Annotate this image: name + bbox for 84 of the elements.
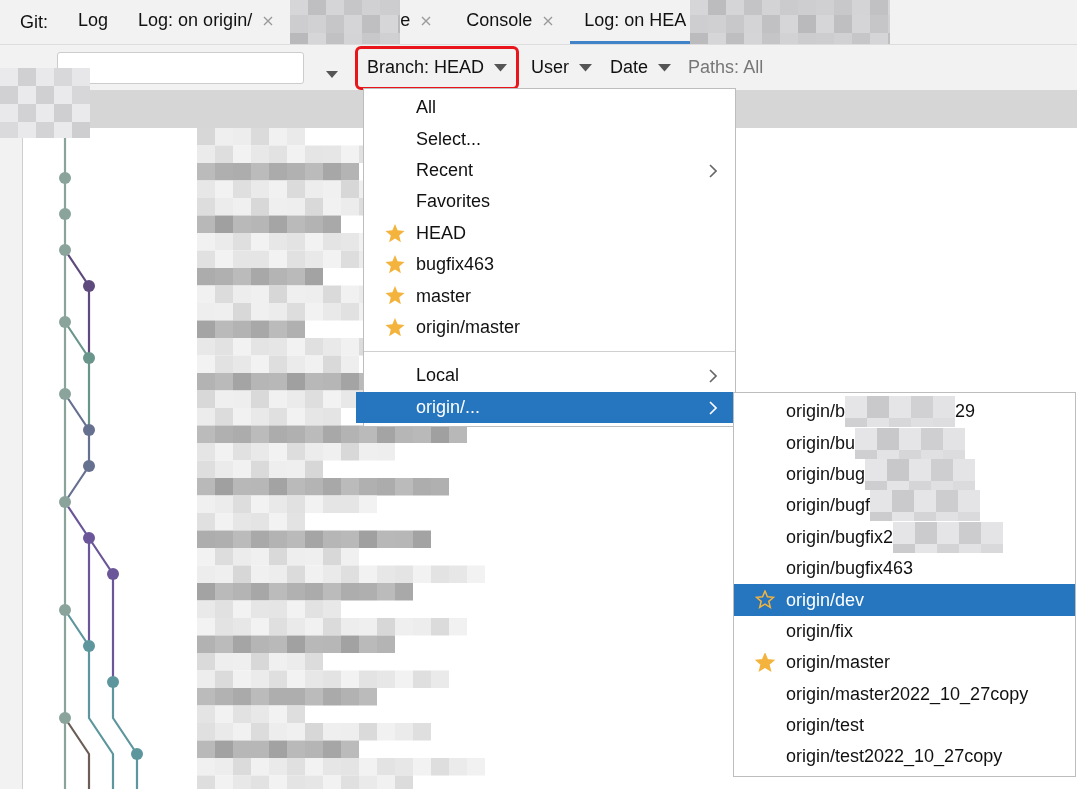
menu-item-label: origin/bu bbox=[786, 432, 856, 454]
menu-item-label: Recent bbox=[416, 159, 474, 181]
menu-item-label: Select... bbox=[416, 128, 482, 150]
menu-item[interactable]: bugfix463 bbox=[364, 248, 735, 281]
menu-item-label: origin/bugfix2 bbox=[786, 526, 894, 548]
menu-item-label: origin/bugfix463 bbox=[786, 558, 914, 580]
search-field[interactable] bbox=[57, 51, 304, 84]
paths-filter[interactable]: Paths: All bbox=[688, 57, 764, 78]
commit-dot bbox=[59, 388, 71, 400]
tab[interactable]: Log: on origin/ bbox=[124, 0, 291, 44]
star-icon bbox=[385, 254, 405, 274]
dropdown-arrow-icon bbox=[494, 63, 508, 72]
tool-window-title: Git: bbox=[19, 11, 49, 33]
star-icon bbox=[385, 317, 405, 337]
menu-item-label: origin/fix bbox=[786, 620, 854, 642]
chevron-right-icon bbox=[709, 163, 717, 178]
menu-item[interactable]: Local bbox=[364, 360, 735, 392]
menu-item-label: Favorites bbox=[416, 191, 491, 213]
menu-item[interactable]: origin/test bbox=[734, 709, 1075, 742]
menu-item-label: master bbox=[416, 285, 471, 307]
chevron-right-icon bbox=[709, 369, 717, 384]
menu-item[interactable]: Favorites bbox=[364, 186, 735, 218]
menu-item-label: origin/dev bbox=[786, 589, 865, 611]
commit-dot bbox=[107, 676, 119, 688]
dropdown-arrow-icon[interactable] bbox=[326, 70, 338, 79]
menu-item[interactable]: origin/master bbox=[364, 311, 735, 344]
menu-item[interactable]: origin/bugfix2 bbox=[734, 521, 1075, 553]
menu-item[interactable]: origin/fix bbox=[734, 615, 1075, 648]
star-icon bbox=[385, 286, 405, 306]
close-icon[interactable] bbox=[420, 14, 433, 27]
close-icon[interactable] bbox=[542, 14, 555, 27]
menu-item[interactable]: origin/master2022_10_27copy bbox=[734, 678, 1075, 710]
commit-dot bbox=[83, 460, 95, 472]
star-outline-icon[interactable] bbox=[755, 590, 775, 610]
commit-dot bbox=[59, 604, 71, 616]
tab[interactable]: Console bbox=[452, 0, 571, 44]
commit-dot bbox=[83, 352, 95, 364]
commit-dot bbox=[59, 712, 71, 724]
dropdown-arrow-icon bbox=[658, 63, 672, 72]
menu-item[interactable]: Recent bbox=[364, 154, 735, 187]
menu-item[interactable]: origin/bugfix463 bbox=[734, 552, 1075, 585]
menu-item-label: All bbox=[416, 97, 436, 119]
menu-item[interactable]: origin/master bbox=[734, 647, 1075, 679]
commit-dot bbox=[59, 172, 71, 184]
commit-dot bbox=[107, 568, 119, 580]
tab[interactable]: e bbox=[400, 0, 453, 44]
menu-item-label: origin/master2022_10_27copy bbox=[786, 683, 1029, 705]
commit-dot bbox=[59, 208, 71, 220]
dropdown-arrow-icon bbox=[579, 63, 593, 72]
menu-item[interactable]: origin/dev bbox=[734, 584, 1075, 616]
menu-item[interactable]: Select... bbox=[364, 123, 735, 155]
menu-item-label: bugfix463 bbox=[416, 254, 495, 276]
star-icon bbox=[385, 223, 405, 243]
menu-item-label: origin/... bbox=[416, 396, 481, 418]
menu-item-label: origin/test bbox=[786, 715, 865, 737]
close-icon[interactable] bbox=[262, 14, 275, 27]
menu-item[interactable]: master bbox=[364, 280, 735, 312]
commit-dot bbox=[83, 532, 95, 544]
menu-item-label: HEAD bbox=[416, 222, 466, 244]
menu-item-label: origin/bug bbox=[786, 463, 866, 485]
menu-item[interactable]: origin/test2022_10_27copy bbox=[734, 741, 1075, 773]
menu-item-label: origin/bugf bbox=[786, 495, 871, 517]
menu-item-label: origin/test2022_10_27copy bbox=[786, 746, 1003, 768]
menu-item[interactable]: HEAD bbox=[364, 217, 735, 249]
menu-item-label: origin/b bbox=[786, 401, 846, 423]
menu-item-label: 29 bbox=[955, 401, 976, 423]
commit-dot bbox=[83, 640, 95, 652]
menu-item[interactable]: origin/... bbox=[356, 391, 735, 423]
filter-dropdown[interactable]: Branch: HEAD bbox=[358, 48, 517, 87]
commit-dot bbox=[59, 316, 71, 328]
commit-dot bbox=[131, 748, 143, 760]
commit-dot bbox=[83, 280, 95, 292]
commit-dot bbox=[59, 244, 71, 256]
tab[interactable]: Log bbox=[64, 0, 125, 44]
commit-dot bbox=[59, 496, 71, 508]
chevron-right-icon bbox=[709, 400, 717, 415]
commit-dot bbox=[83, 424, 95, 436]
star-icon[interactable] bbox=[755, 653, 775, 673]
menu-item-label: origin/master bbox=[786, 652, 891, 674]
filter-dropdown[interactable]: Date bbox=[601, 48, 681, 87]
filter-dropdown[interactable]: User bbox=[522, 48, 602, 87]
menu-item[interactable]: All bbox=[364, 92, 735, 124]
menu-item-label: Local bbox=[416, 365, 460, 387]
menu-item-label: origin/master bbox=[416, 316, 521, 338]
